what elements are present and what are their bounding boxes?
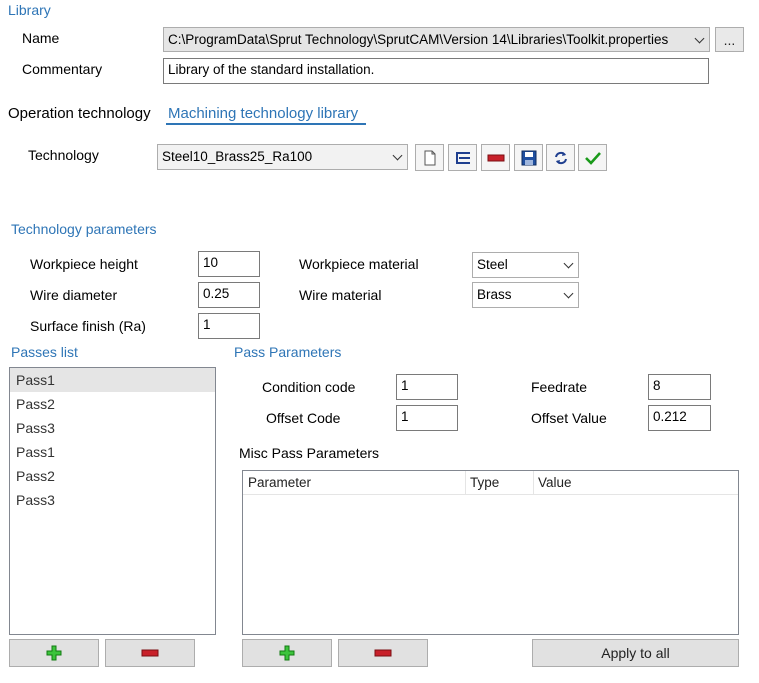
- delete-misc-parameter-button[interactable]: [338, 639, 428, 667]
- library-section-title: Library: [8, 2, 51, 18]
- offset-value-label: Offset Value: [531, 410, 607, 426]
- offset-value-field[interactable]: 0.212: [648, 405, 711, 431]
- feedrate-field[interactable]: 8: [648, 374, 711, 400]
- browse-button[interactable]: ...: [715, 27, 744, 52]
- add-icon: [279, 645, 295, 661]
- technology-select-value: Steel10_Brass25_Ra100: [162, 149, 313, 164]
- save-technology-button[interactable]: [514, 144, 543, 171]
- list-item[interactable]: Pass2: [10, 392, 215, 416]
- offset-code-label: Offset Code: [266, 410, 341, 426]
- add-misc-parameter-button[interactable]: [242, 639, 332, 667]
- surface-finish-label: Surface finish (Ra): [30, 318, 146, 334]
- delete-icon: [141, 649, 159, 657]
- condition-code-label: Condition code: [262, 379, 356, 395]
- save-icon: [521, 150, 536, 165]
- workpiece-material-label: Workpiece material: [299, 256, 419, 272]
- chevron-down-icon: [694, 33, 705, 43]
- delete-icon: [487, 154, 504, 161]
- wire-diameter-field[interactable]: 0.25: [198, 282, 260, 308]
- delete-technology-button[interactable]: [481, 144, 510, 171]
- wire-material-value: Brass: [477, 287, 512, 302]
- delete-icon: [374, 649, 392, 657]
- wire-material-select[interactable]: Brass: [472, 282, 579, 308]
- apply-to-all-button[interactable]: Apply to all: [532, 639, 739, 667]
- add-icon: [46, 645, 62, 661]
- add-pass-button[interactable]: [9, 639, 99, 667]
- edit-technology-button[interactable]: [448, 144, 477, 171]
- condition-code-field[interactable]: 1: [396, 374, 458, 400]
- edit-list-icon: [455, 151, 470, 164]
- library-path-select[interactable]: C:\ProgramData\Sprut Technology\SprutCAM…: [163, 27, 710, 52]
- wire-diameter-label: Wire diameter: [30, 287, 118, 303]
- delete-pass-button[interactable]: [105, 639, 195, 667]
- list-item[interactable]: Pass3: [10, 416, 215, 440]
- chevron-down-icon: [563, 288, 574, 299]
- offset-code-field[interactable]: 1: [396, 405, 458, 431]
- apply-technology-button[interactable]: [578, 144, 607, 171]
- wire-material-label: Wire material: [299, 287, 382, 303]
- new-document-icon: [424, 150, 435, 165]
- surface-finish-field[interactable]: 1: [198, 313, 260, 339]
- misc-parameters-grid[interactable]: Parameter Type Value: [242, 470, 739, 635]
- list-item[interactable]: Pass1: [10, 368, 215, 392]
- apply-check-icon: [584, 151, 601, 165]
- column-header-value[interactable]: Value: [533, 471, 733, 494]
- passes-list[interactable]: Pass1 Pass2 Pass3 Pass1 Pass2 Pass3: [9, 367, 216, 635]
- refresh-technology-button[interactable]: [546, 144, 575, 171]
- passes-list-items: Pass1 Pass2 Pass3 Pass1 Pass2 Pass3: [10, 368, 215, 512]
- feedrate-label: Feedrate: [531, 379, 588, 395]
- misc-pass-parameters-title: Misc Pass Parameters: [239, 445, 380, 461]
- chevron-down-icon: [392, 150, 403, 161]
- library-path-value: C:\ProgramData\Sprut Technology\SprutCAM…: [168, 32, 669, 47]
- technology-select[interactable]: Steel10_Brass25_Ra100: [157, 144, 408, 170]
- new-technology-button[interactable]: [415, 144, 444, 171]
- commentary-field[interactable]: Library of the standard installation.: [163, 58, 709, 84]
- technology-parameters-title: Technology parameters: [11, 221, 157, 237]
- list-item[interactable]: Pass3: [10, 488, 215, 512]
- workpiece-material-value: Steel: [477, 257, 508, 272]
- workpiece-height-field[interactable]: 10: [198, 251, 260, 277]
- chevron-down-icon: [563, 258, 574, 269]
- workpiece-height-label: Workpiece height: [30, 256, 138, 272]
- column-header-parameter[interactable]: Parameter: [243, 471, 465, 494]
- passes-list-title: Passes list: [11, 344, 78, 360]
- refresh-icon: [554, 151, 567, 164]
- active-tab-indicator: [166, 123, 366, 125]
- tab-operation-technology[interactable]: Operation technology: [8, 105, 151, 122]
- list-item[interactable]: Pass1: [10, 440, 215, 464]
- column-header-type[interactable]: Type: [465, 471, 533, 494]
- workpiece-material-select[interactable]: Steel: [472, 252, 579, 278]
- name-label: Name: [22, 30, 60, 46]
- grid-header: Parameter Type Value: [243, 471, 738, 495]
- technology-label: Technology: [28, 147, 99, 163]
- tab-machining-technology-library[interactable]: Machining technology library: [168, 105, 358, 122]
- list-item[interactable]: Pass2: [10, 464, 215, 488]
- commentary-label: Commentary: [22, 61, 103, 77]
- pass-parameters-title: Pass Parameters: [234, 344, 342, 360]
